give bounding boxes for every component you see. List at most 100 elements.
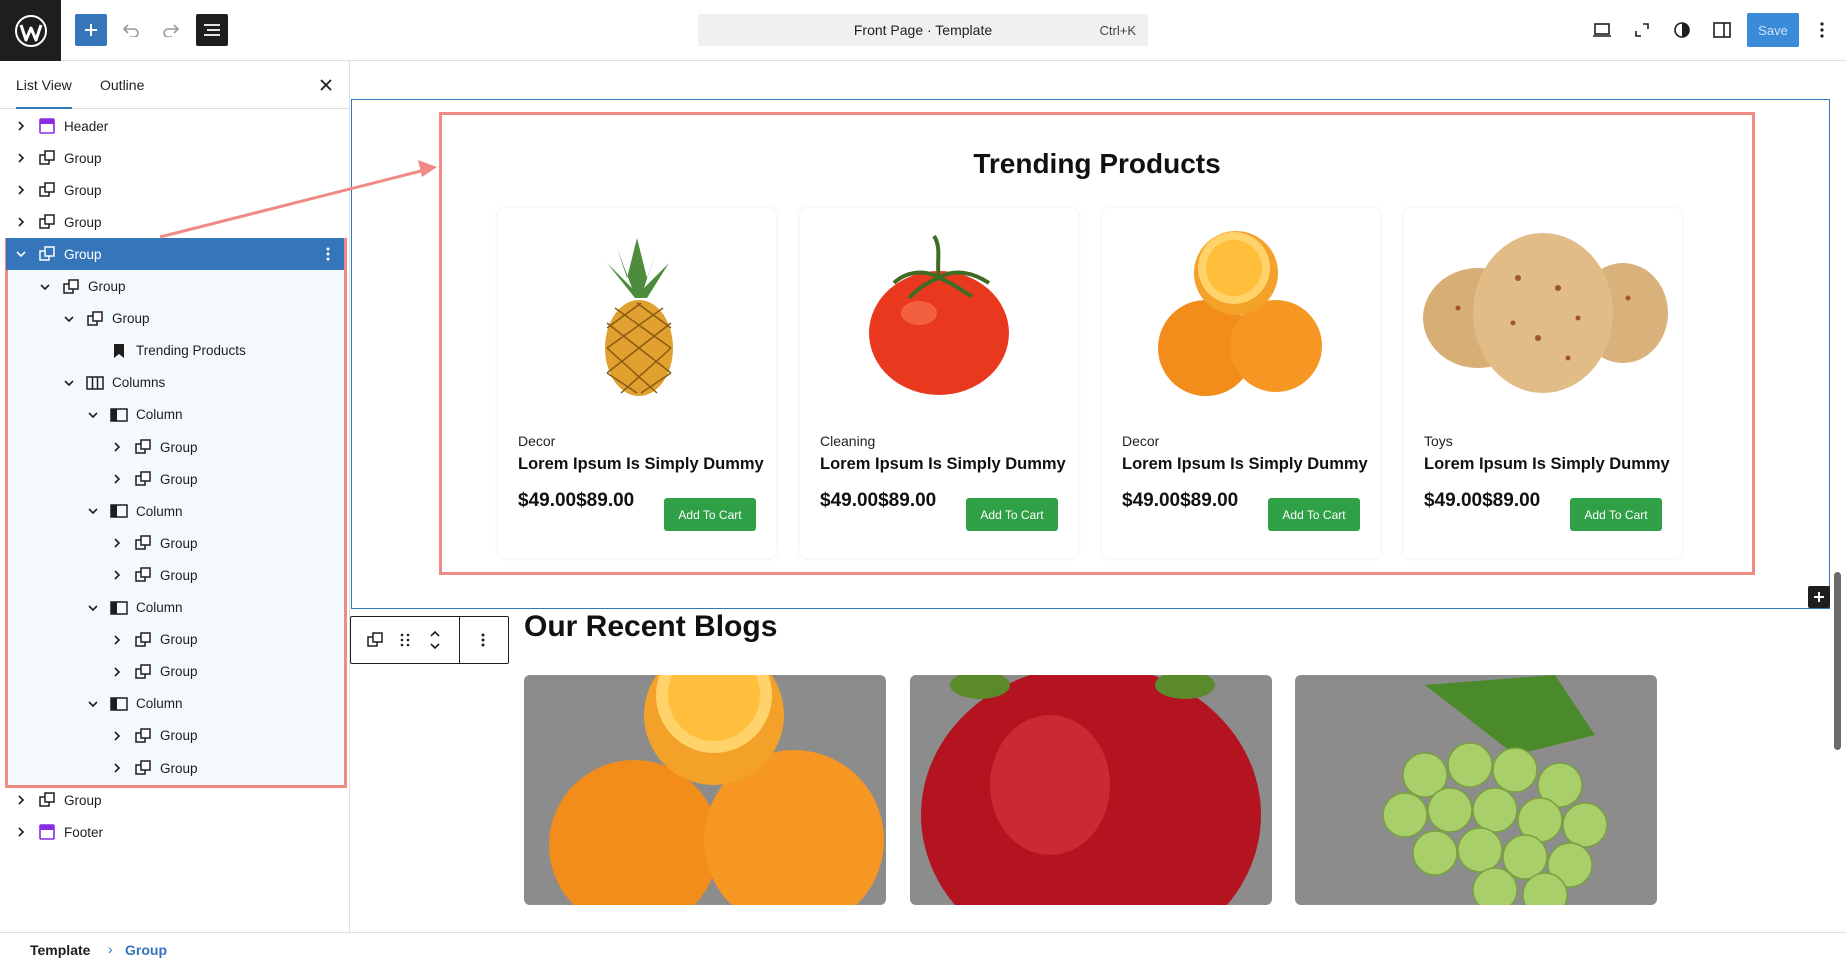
chevron-right-icon[interactable] — [110, 568, 124, 582]
list-view-item[interactable]: Group — [6, 527, 344, 559]
add-to-cart-button[interactable]: Add To Cart — [664, 498, 756, 531]
list-view-item[interactable]: Group — [6, 431, 344, 463]
list-view-item[interactable]: Column — [6, 592, 344, 624]
editor-header: Front Page · Template Ctrl+K Save — [0, 0, 1846, 61]
chevron-right-icon[interactable] — [110, 729, 124, 743]
chevron-down-icon[interactable] — [86, 504, 100, 518]
recent-blogs-heading[interactable]: Our Recent Blogs — [524, 610, 777, 644]
list-view-item[interactable]: Trending Products — [6, 335, 344, 367]
block-inserter-button[interactable] — [75, 14, 107, 46]
chevron-right-icon[interactable] — [14, 215, 28, 229]
chevron-down-icon[interactable] — [86, 601, 100, 615]
list-view-item[interactable]: Group — [6, 559, 344, 591]
list-view-item[interactable]: Group — [6, 303, 344, 335]
fullscreen-icon[interactable] — [1626, 14, 1658, 46]
command-palette-button[interactable]: Front Page · Template Ctrl+K — [698, 14, 1148, 46]
list-view-item[interactable]: Group — [6, 142, 344, 174]
list-view-item[interactable]: Group — [6, 238, 344, 271]
chevron-down-icon[interactable] — [14, 247, 28, 261]
close-icon[interactable] — [316, 75, 336, 95]
chevron-right-icon[interactable] — [110, 665, 124, 679]
device-preview-icon[interactable] — [1586, 14, 1618, 46]
product-title[interactable]: Lorem Ipsum Is Simply Dummy — [1122, 455, 1368, 474]
list-view-item[interactable]: Group — [6, 784, 344, 816]
list-view-item-label: Group — [88, 279, 126, 294]
product-category[interactable]: Decor — [1122, 433, 1159, 449]
chevron-down-icon[interactable] — [38, 280, 52, 294]
list-view-item[interactable]: Group — [6, 174, 344, 206]
chevron-right-icon[interactable] — [110, 761, 124, 775]
product-card[interactable]: Cleaning Lorem Ipsum Is Simply Dummy $49.0… — [800, 208, 1078, 558]
list-view-item[interactable]: Columns — [6, 367, 344, 399]
chevron-down-icon[interactable] — [62, 312, 76, 326]
list-view-item-label: Header — [64, 118, 109, 134]
product-title[interactable]: Lorem Ipsum Is Simply Dummy — [1424, 455, 1670, 474]
redo-icon[interactable] — [155, 14, 187, 46]
settings-sidebar-icon[interactable] — [1706, 14, 1738, 46]
list-view-item[interactable]: Footer — [6, 816, 344, 848]
chevron-right-icon[interactable] — [14, 825, 28, 839]
chevron-right-icon[interactable] — [110, 472, 124, 486]
tab-list-view[interactable]: List View — [16, 61, 72, 109]
breadcrumb-group[interactable]: Group — [125, 942, 167, 958]
block-options-icon[interactable] — [320, 244, 336, 264]
breadcrumb-template[interactable]: Template — [30, 942, 90, 958]
product-title[interactable]: Lorem Ipsum Is Simply Dummy — [518, 455, 764, 474]
move-up-down-icon[interactable] — [423, 617, 447, 663]
blog-image-grapes[interactable] — [1295, 675, 1657, 905]
list-view-item[interactable]: Column — [6, 495, 344, 527]
wordpress-logo-icon[interactable] — [0, 0, 61, 61]
chevron-down-icon[interactable] — [62, 376, 76, 390]
list-view-item[interactable]: Column — [6, 688, 344, 720]
document-overview-icon[interactable] — [196, 14, 228, 46]
chevron-right-icon[interactable] — [14, 183, 28, 197]
product-card[interactable]: Decor Lorem Ipsum Is Simply Dummy $49.00$8… — [1102, 208, 1380, 558]
blog-image-apple[interactable] — [910, 675, 1272, 905]
product-image-pineapple[interactable] — [498, 228, 776, 398]
chevron-right-icon[interactable] — [14, 151, 28, 165]
tab-outline[interactable]: Outline — [100, 61, 144, 109]
product-card[interactable]: Toys Lorem Ipsum Is Simply Dummy $49.00$89… — [1404, 208, 1682, 558]
list-view-item[interactable]: Group — [6, 271, 344, 303]
sidebar-tabs: List View Outline — [0, 61, 349, 109]
product-category[interactable]: Toys — [1424, 433, 1453, 449]
blog-image-oranges[interactable] — [524, 675, 886, 905]
chevron-down-icon[interactable] — [86, 697, 100, 711]
list-view-item[interactable]: Group — [6, 624, 344, 656]
list-view-item[interactable]: Group — [6, 752, 344, 784]
trending-products-heading[interactable]: Trending Products — [439, 148, 1755, 180]
chevron-right-icon[interactable] — [14, 119, 28, 133]
product-card[interactable]: Decor Lorem Ipsum Is Simply Dummy $49.00$8… — [498, 208, 776, 558]
group-icon[interactable] — [363, 617, 387, 663]
list-view-item[interactable]: Group — [6, 720, 344, 752]
group-icon — [62, 278, 80, 296]
add-to-cart-button[interactable]: Add To Cart — [966, 498, 1058, 531]
product-title[interactable]: Lorem Ipsum Is Simply Dummy — [820, 455, 1066, 474]
block-options-icon[interactable] — [471, 617, 495, 663]
list-view-item[interactable]: Column — [6, 399, 344, 431]
product-category[interactable]: Cleaning — [820, 433, 875, 449]
product-image-oranges[interactable] — [1102, 228, 1380, 398]
add-to-cart-button[interactable]: Add To Cart — [1268, 498, 1360, 531]
bookmark-icon — [110, 342, 128, 360]
chevron-right-icon[interactable] — [14, 793, 28, 807]
undo-icon[interactable] — [115, 14, 147, 46]
add-to-cart-button[interactable]: Add To Cart — [1570, 498, 1662, 531]
drag-handle-icon[interactable] — [395, 617, 415, 663]
chevron-right-icon[interactable] — [110, 633, 124, 647]
save-button[interactable]: Save — [1747, 13, 1799, 47]
product-category[interactable]: Decor — [518, 433, 555, 449]
styles-icon[interactable] — [1666, 14, 1698, 46]
canvas-scrollbar[interactable] — [1834, 572, 1841, 750]
chevron-right-icon[interactable] — [110, 440, 124, 454]
options-menu-icon[interactable] — [1806, 14, 1838, 46]
chevron-right-icon[interactable] — [110, 536, 124, 550]
list-view-item[interactable]: Header — [6, 110, 344, 142]
product-image-potatoes[interactable] — [1404, 228, 1682, 398]
chevron-down-icon[interactable] — [86, 408, 100, 422]
list-view-item[interactable]: Group — [6, 206, 344, 238]
product-image-tomato[interactable] — [800, 228, 1078, 398]
add-block-icon[interactable] — [1808, 586, 1830, 608]
list-view-item[interactable]: Group — [6, 656, 344, 688]
list-view-item[interactable]: Group — [6, 463, 344, 495]
